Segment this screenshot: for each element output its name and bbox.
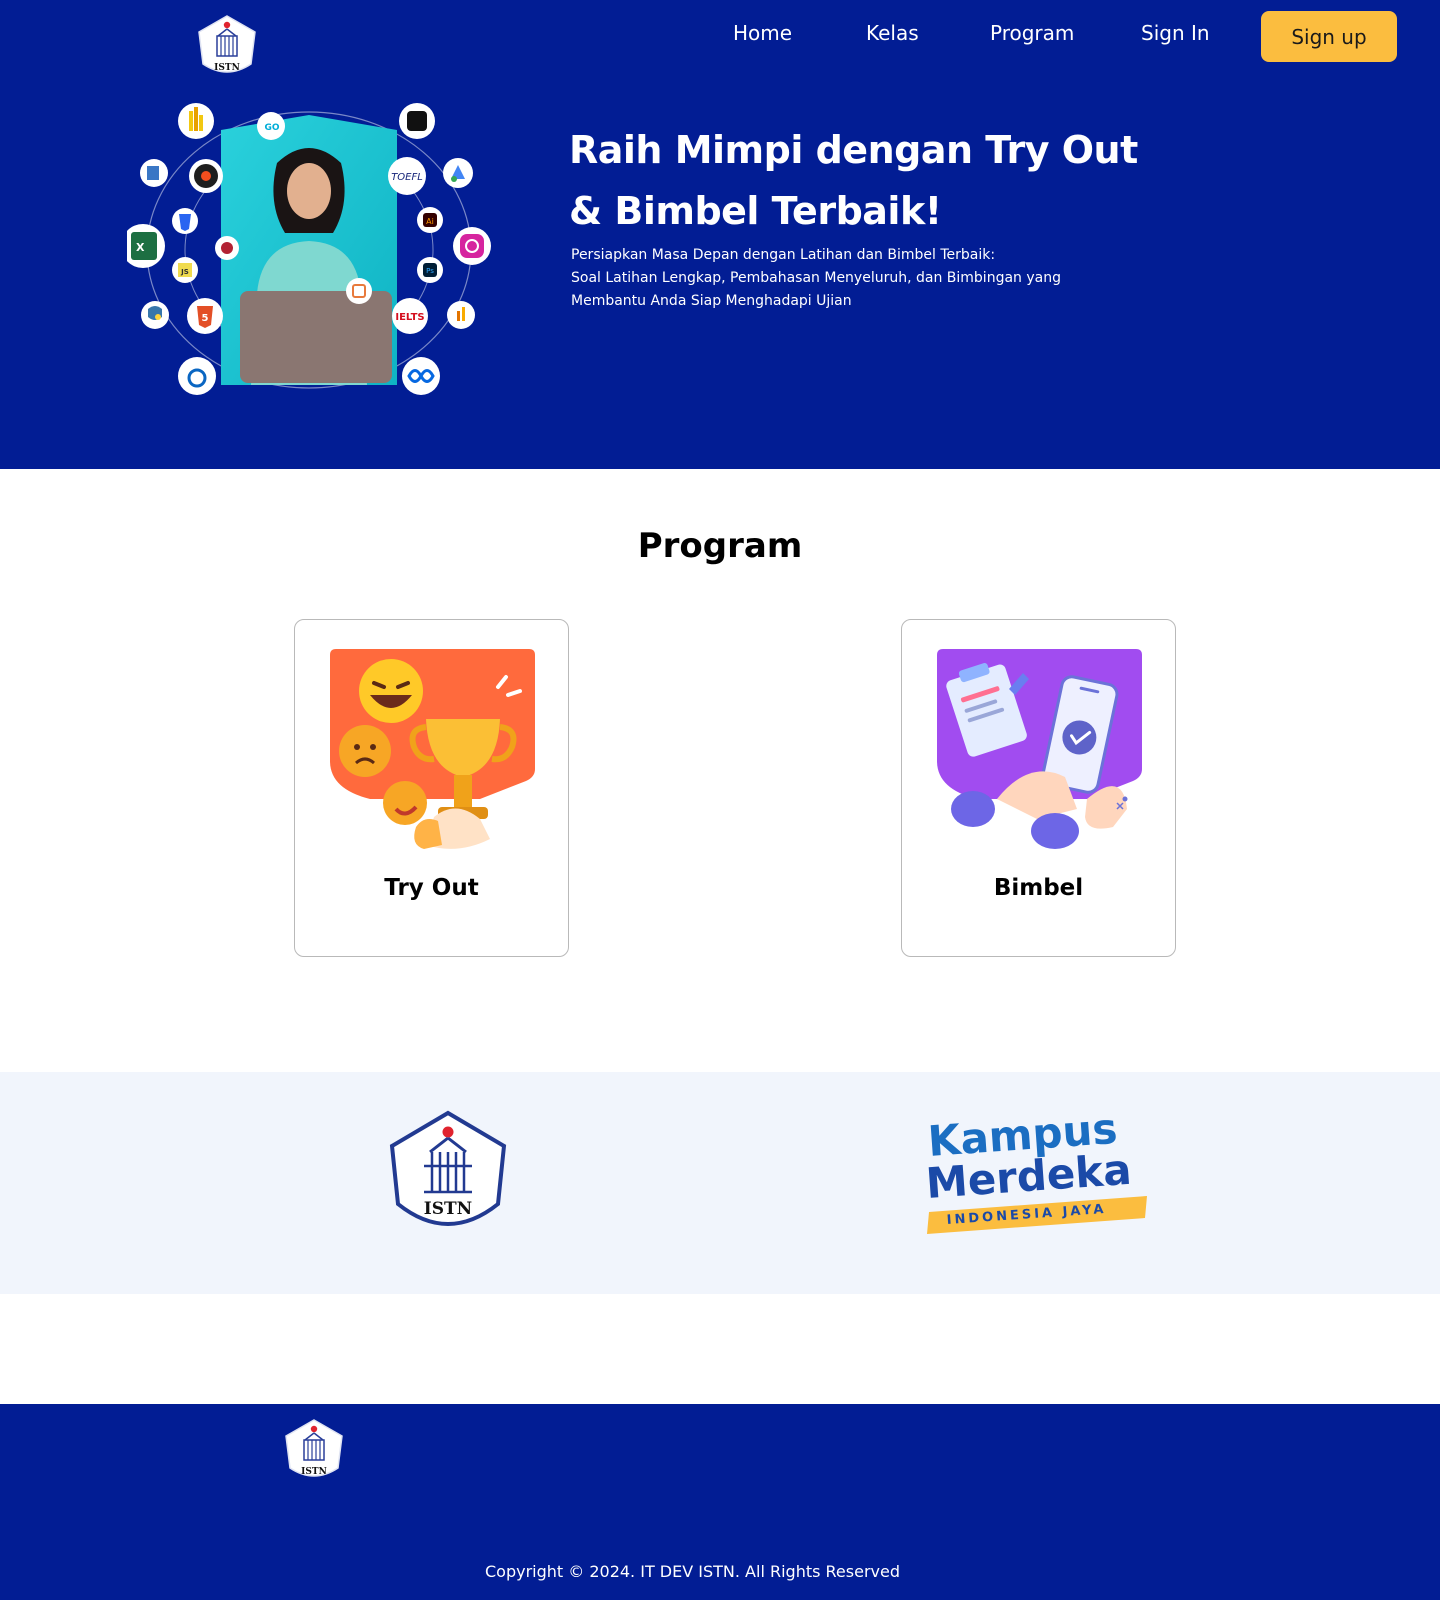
student-with-skills-icon: GO TOEFL Ai X JS Ps 5 IELTS bbox=[127, 103, 491, 395]
main-nav: Home Kelas Program Sign In Sign up bbox=[0, 0, 1440, 70]
signup-button[interactable]: Sign up bbox=[1261, 11, 1397, 62]
nav-home[interactable]: Home bbox=[733, 21, 792, 45]
hero-title: Raih Mimpi dengan Try Out & Bimbel Terba… bbox=[569, 120, 1169, 242]
card-label: Try Out bbox=[384, 875, 479, 901]
hero-title-line-1: Raih Mimpi dengan Try Out bbox=[569, 128, 1138, 172]
nav-sign-in[interactable]: Sign In bbox=[1141, 21, 1210, 45]
partner-kampus-merdeka-logo: Kampus Merdeka INDONESIA JAYA bbox=[925, 1112, 1151, 1234]
hero-subtitle-line-3: Membantu Anda Siap Menghadapi Ujian bbox=[571, 293, 852, 309]
hero-subtitle-line-2: Soal Latihan Lengkap, Pembahasan Menyelu… bbox=[571, 270, 1061, 286]
hero-title-line-2: & Bimbel Terbaik! bbox=[569, 189, 942, 233]
hero-subtitle-line-1: Persiapkan Masa Depan dengan Latihan dan… bbox=[571, 247, 996, 263]
kampus-merdeka-logo-icon: Kampus Merdeka INDONESIA JAYA bbox=[925, 1112, 1147, 1234]
program-section-title: Program bbox=[637, 526, 803, 566]
svg-text:X: X bbox=[136, 241, 145, 254]
nav-kelas[interactable]: Kelas bbox=[866, 21, 919, 45]
svg-text:JS: JS bbox=[180, 268, 189, 276]
hero-illustration: GO TOEFL Ai X JS Ps 5 IELTS bbox=[127, 103, 491, 397]
svg-text:ISTN: ISTN bbox=[301, 1467, 327, 1477]
svg-text:TOEFL: TOEFL bbox=[391, 172, 423, 183]
svg-text:Ai: Ai bbox=[426, 217, 434, 226]
trophy-icon bbox=[330, 649, 535, 849]
copyright-text: Copyright © 2024. IT DEV ISTN. All Right… bbox=[484, 1562, 900, 1581]
svg-text:GO: GO bbox=[264, 123, 279, 133]
program-card-bimbel[interactable]: Bimbel bbox=[901, 619, 1176, 957]
program-card-try-out[interactable]: Try Out bbox=[294, 619, 569, 957]
partner-istn-logo: ISTN bbox=[386, 1110, 510, 1236]
card-label: Bimbel bbox=[993, 875, 1084, 901]
svg-text:5: 5 bbox=[202, 313, 209, 324]
partners-section: ISTN Kampus Merdeka INDONESIA JAYA bbox=[0, 1072, 1440, 1294]
istn-logo-icon: ISTN bbox=[285, 1419, 343, 1477]
svg-text:ISTN: ISTN bbox=[424, 1199, 472, 1219]
svg-text:Ps: Ps bbox=[426, 267, 434, 275]
footer: ISTN Copyright © 2024. IT DEV ISTN. All … bbox=[0, 1404, 1440, 1600]
nav-program[interactable]: Program bbox=[990, 21, 1074, 45]
istn-logo-icon: ISTN bbox=[389, 1110, 507, 1226]
try-out-illustration bbox=[330, 649, 535, 849]
checklist-phone-icon bbox=[937, 649, 1142, 849]
footer-logo[interactable]: ISTN bbox=[283, 1418, 345, 1482]
hero-section: ISTN Home Kelas Program Sign In Sign up bbox=[0, 0, 1440, 469]
bimbel-illustration bbox=[937, 649, 1142, 849]
svg-text:IELTS: IELTS bbox=[395, 312, 424, 323]
hero-subtitle: Persiapkan Masa Depan dengan Latihan dan… bbox=[571, 244, 1131, 313]
